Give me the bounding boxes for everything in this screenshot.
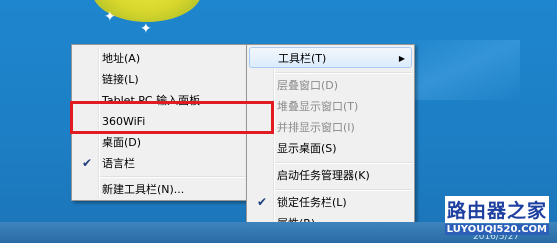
check-icon: ✔	[82, 156, 93, 170]
menu-separator	[275, 72, 412, 74]
menu-separator	[275, 162, 412, 164]
sparkle-icon: ✦	[104, 9, 116, 25]
menu-separator	[100, 176, 247, 178]
menu-item-lock-taskbar[interactable]: ✔ 锁定任务栏(L)	[249, 192, 412, 213]
sparkle-icon: ✦	[140, 21, 152, 37]
menu-item-show-desktop[interactable]: 显示桌面(S)	[249, 138, 412, 159]
menu-item-address[interactable]: 地址(A)	[74, 48, 247, 69]
menu-item-desktop[interactable]: 桌面(D)	[74, 132, 247, 153]
menu-item-start-task-manager[interactable]: 启动任务管理器(K)	[249, 165, 412, 186]
menu-item-language-bar[interactable]: ✔ 语言栏	[74, 153, 247, 174]
watermark-url: LUYOUQI520.COM	[444, 224, 549, 235]
menu-item-new-toolbar[interactable]: 新建工具栏(N)...	[74, 179, 247, 200]
check-icon: ✔	[257, 195, 268, 209]
submenu-arrow-icon: ▶	[398, 54, 405, 63]
menu-item-links[interactable]: 链接(L)	[74, 69, 247, 90]
menu-separator	[275, 189, 412, 191]
watermark-title: 路由器之家	[444, 196, 549, 223]
watermark: 路由器之家 LUYOUQI520.COM	[444, 196, 549, 235]
menu-item-cascade-windows[interactable]: 层叠窗口(D)	[249, 75, 412, 96]
taskbar-context-menu: 工具栏(T) ▶ 层叠窗口(D) 堆叠显示窗口(T) 并排显示窗口(I) 显示桌…	[246, 44, 415, 235]
annotation-highlight-box	[70, 101, 274, 134]
menu-item-toolbars[interactable]: 工具栏(T) ▶	[249, 47, 412, 68]
